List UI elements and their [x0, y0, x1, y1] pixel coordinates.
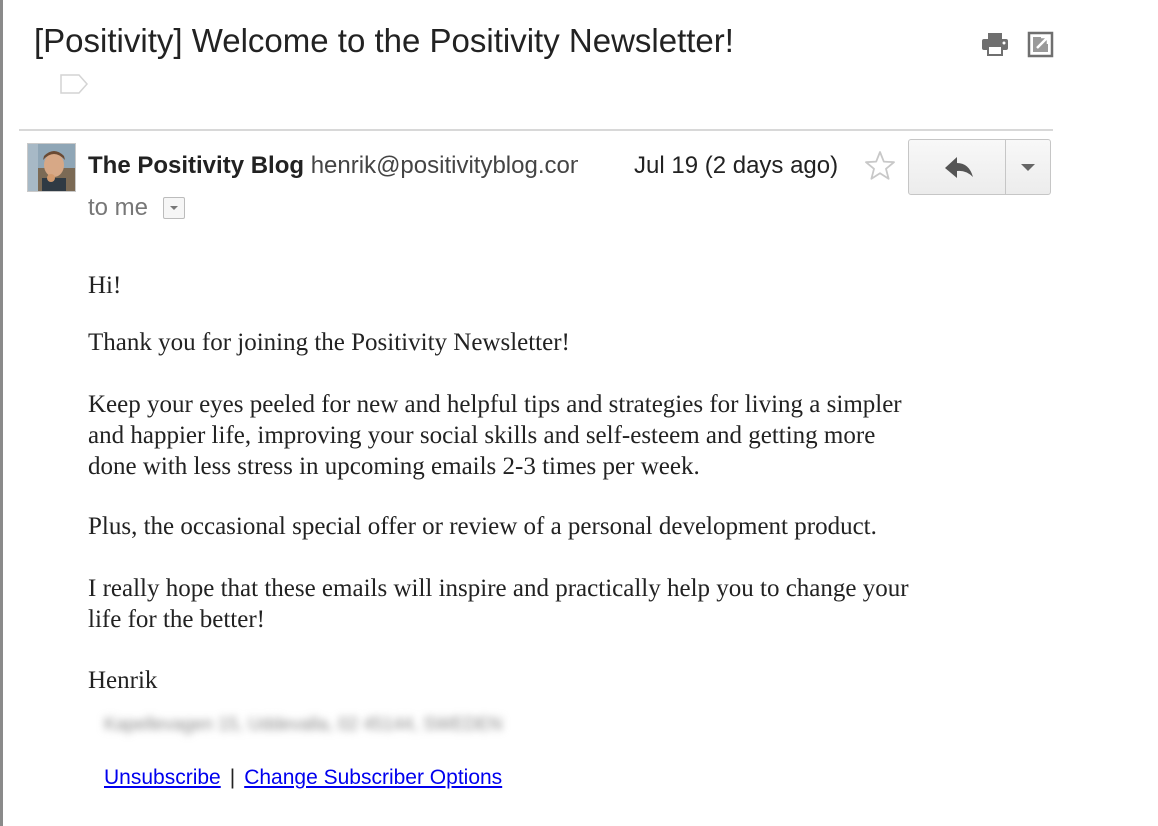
sender-avatar[interactable]: [27, 143, 76, 192]
body-signature: Henrik: [88, 667, 158, 694]
body-line: I really hope that these emails will ins…: [88, 575, 909, 602]
star-icon[interactable]: [864, 150, 896, 182]
body-paragraph-offers: Plus, the occasional special offer or re…: [88, 513, 877, 540]
email-subject: [Positivity] Welcome to the Positivity N…: [34, 22, 734, 59]
open-in-new-window-icon[interactable]: [1026, 30, 1056, 58]
body-line: done with less stress in upcoming emails…: [88, 453, 700, 480]
label-tag-icon[interactable]: [60, 74, 88, 94]
body-paragraph-tips: Keep your eyes peeled for new and helpfu…: [88, 389, 1028, 482]
sender-email: henrik@positivityblog.com: [310, 152, 578, 179]
reply-icon: [945, 157, 973, 178]
body-line: and happier life, improving your social …: [88, 422, 876, 449]
body-line: Keep your eyes peeled for new and helpfu…: [88, 391, 902, 418]
blurred-postal-address: Kapellevagen 15, Uddevalla, 02 45144, SW…: [104, 714, 503, 734]
reply-button-group: [908, 139, 1051, 195]
newsletter-footer: Unsubscribe | Change Subscriber Options: [104, 766, 502, 790]
more-actions-button[interactable]: [1006, 140, 1050, 194]
recipient-label: to me: [88, 194, 149, 221]
body-greeting: Hi!: [88, 272, 122, 299]
body-line: life for the better!: [88, 606, 265, 633]
chevron-down-icon: [170, 206, 178, 210]
window-edge: [0, 0, 3, 826]
recipient-details-button[interactable]: [163, 197, 185, 219]
body-thanks: Thank you for joining the Positivity New…: [88, 329, 570, 356]
reply-button[interactable]: [909, 140, 1006, 194]
sender-info: The Positivity Blog henrik@positivityblo…: [88, 152, 578, 180]
body-paragraph-hope: I really hope that these emails will ins…: [88, 573, 1028, 635]
change-subscriber-options-link[interactable]: Change Subscriber Options: [244, 766, 502, 789]
header-divider: [19, 129, 1053, 131]
unsubscribe-link[interactable]: Unsubscribe: [104, 766, 221, 789]
footer-separator: |: [229, 766, 236, 789]
email-date: Jul 19 (2 days ago): [634, 152, 839, 179]
print-icon[interactable]: [980, 30, 1010, 58]
chevron-down-icon: [1021, 164, 1035, 171]
sender-name[interactable]: The Positivity Blog: [88, 152, 304, 179]
